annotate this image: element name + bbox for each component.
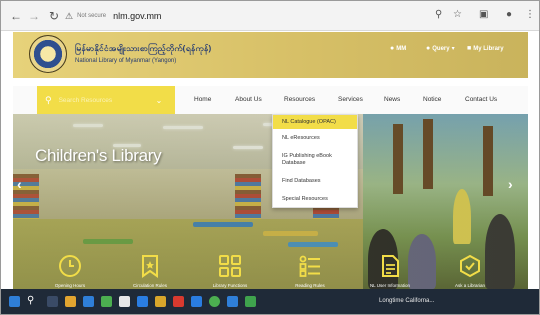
menu-item-find-databases[interactable]: Find Databases <box>273 178 357 185</box>
quick-link-label: Ask a Librarian <box>454 283 485 288</box>
chrome-icon[interactable] <box>209 296 220 307</box>
browser-toolbar: ← → ↻ ⚠ Not secure nlm.gov.mm ⚲ ☆ ▣ ● ⋮ <box>1 1 539 31</box>
screenshot-frame: ← → ↻ ⚠ Not secure nlm.gov.mm ⚲ ☆ ▣ ● ⋮ … <box>0 0 540 315</box>
hero-next-arrow-icon[interactable]: › <box>508 176 513 192</box>
quick-link-circulation-rules[interactable]: Circulation Rules <box>115 254 185 288</box>
chevron-down-icon: ▾ <box>451 46 455 52</box>
document-icon <box>382 255 399 277</box>
bookmark-star-icon <box>142 255 158 278</box>
url-text[interactable]: nlm.gov.mm <box>113 11 161 21</box>
query-link[interactable]: ● Query ▾ <box>426 45 455 52</box>
query-icon: ● <box>426 45 431 52</box>
list-icon <box>299 255 320 277</box>
mail-icon[interactable] <box>119 296 130 307</box>
search-input[interactable] <box>58 96 149 104</box>
quick-link-label: Opening Hours <box>54 283 86 288</box>
app-icon[interactable] <box>245 296 256 307</box>
search-icon[interactable]: ⚲ <box>45 95 52 106</box>
quick-links-bar: Opening Hours Circulation Rules Library … <box>13 254 528 289</box>
forward-arrow-icon[interactable]: → <box>27 9 41 23</box>
quick-link-reading-rules[interactable]: Reading Rules <box>275 254 345 288</box>
warning-icon: ⚠ <box>65 10 74 21</box>
hero-prev-arrow-icon[interactable]: ‹ <box>17 176 22 192</box>
windows-start-icon[interactable] <box>9 296 20 307</box>
task-view-icon[interactable] <box>47 296 58 307</box>
menu-item-special-resources[interactable]: Special Resources <box>273 196 357 203</box>
weather-widget[interactable]: Longtime Californa... <box>379 298 434 304</box>
quick-link-nl-user-information[interactable]: NL User Information <box>355 254 425 288</box>
quick-link-label: NL User Information <box>369 283 411 288</box>
file-explorer-icon[interactable] <box>65 296 76 307</box>
query-label: Query <box>432 45 450 52</box>
hero-title: Children's Library <box>35 146 162 165</box>
library-logo[interactable] <box>29 35 67 73</box>
user-icon: ■ <box>467 45 472 52</box>
app-icon[interactable] <box>227 296 238 307</box>
app-icon[interactable] <box>155 296 166 307</box>
quick-link-opening-hours[interactable]: Opening Hours <box>35 254 105 288</box>
nav-about-us[interactable]: About Us <box>235 96 262 103</box>
zoom-icon[interactable]: ⚲ <box>435 9 442 20</box>
resources-dropdown: NL Catalogue (OPAC) NL eResources IG Pub… <box>272 114 358 208</box>
nav-resources[interactable]: Resources <box>284 96 315 103</box>
back-arrow-icon[interactable]: ← <box>9 9 23 23</box>
quick-link-library-functions[interactable]: Library Functions <box>195 254 265 288</box>
language-mm-link[interactable]: ● MM <box>390 45 406 52</box>
cube-check-icon <box>460 254 480 278</box>
word-icon[interactable] <box>137 296 148 307</box>
app-icon[interactable] <box>191 296 202 307</box>
windows-taskbar: ⚲ Longtime Californa... <box>1 289 539 314</box>
main-navigation: ⚲ ⌄ Home About Us Resources Services New… <box>13 86 528 114</box>
menu-item-nl-eresources[interactable]: NL eResources <box>273 135 357 142</box>
reload-icon[interactable]: ↻ <box>47 9 61 23</box>
menu-item-ig-publishing[interactable]: IG Publishing eBook Database <box>273 153 351 167</box>
address-bar[interactable]: ⚠ Not secure nlm.gov.mm <box>65 8 161 24</box>
my-library-link[interactable]: ■ My Library <box>467 45 504 52</box>
nav-news[interactable]: News <box>384 96 400 103</box>
quick-link-label: Reading Rules <box>295 283 325 288</box>
nav-contact-us[interactable]: Contact Us <box>465 96 497 103</box>
globe-icon: ● <box>390 45 395 52</box>
nav-services[interactable]: Services <box>338 96 363 103</box>
clock-icon <box>59 255 81 277</box>
taskbar-search-icon[interactable]: ⚲ <box>27 295 34 306</box>
app-icon[interactable] <box>173 296 184 307</box>
quick-link-label: Library Functions <box>212 283 248 288</box>
bookmark-star-icon[interactable]: ☆ <box>453 9 462 20</box>
org-name-english: National Library of Myanmar (Yangon) <box>75 58 177 64</box>
grid-icon <box>219 255 241 277</box>
not-secure-label: Not secure <box>77 13 107 19</box>
menu-item-nl-catalogue[interactable]: NL Catalogue (OPAC) <box>273 115 357 129</box>
org-name-myanmar: မြန်မာနိုင်ငံအမျိုးသားစာကြည့်တိုက်(ရန်ကု… <box>75 44 212 53</box>
nav-home[interactable]: Home <box>194 96 211 103</box>
quick-link-label: Circulation Rules <box>132 283 167 288</box>
browser-menu-icon[interactable]: ⋮ <box>525 9 535 20</box>
search-chevron-down-icon[interactable]: ⌄ <box>156 96 163 105</box>
quick-link-ask-a-librarian[interactable]: Ask a Librarian <box>435 254 505 288</box>
language-mm-label: MM <box>396 45 407 52</box>
store-icon[interactable] <box>101 296 112 307</box>
site-header: မြန်မာနိုင်ငံအမျိုးသားစာကြည့်တိုက်(ရန်ကု… <box>13 32 528 78</box>
edge-icon[interactable] <box>83 296 94 307</box>
nav-notice[interactable]: Notice <box>423 96 441 103</box>
extensions-icon[interactable]: ▣ <box>479 9 488 20</box>
my-library-label: My Library <box>473 45 504 52</box>
profile-icon[interactable]: ● <box>506 9 512 20</box>
search-box: ⚲ ⌄ <box>37 86 175 114</box>
